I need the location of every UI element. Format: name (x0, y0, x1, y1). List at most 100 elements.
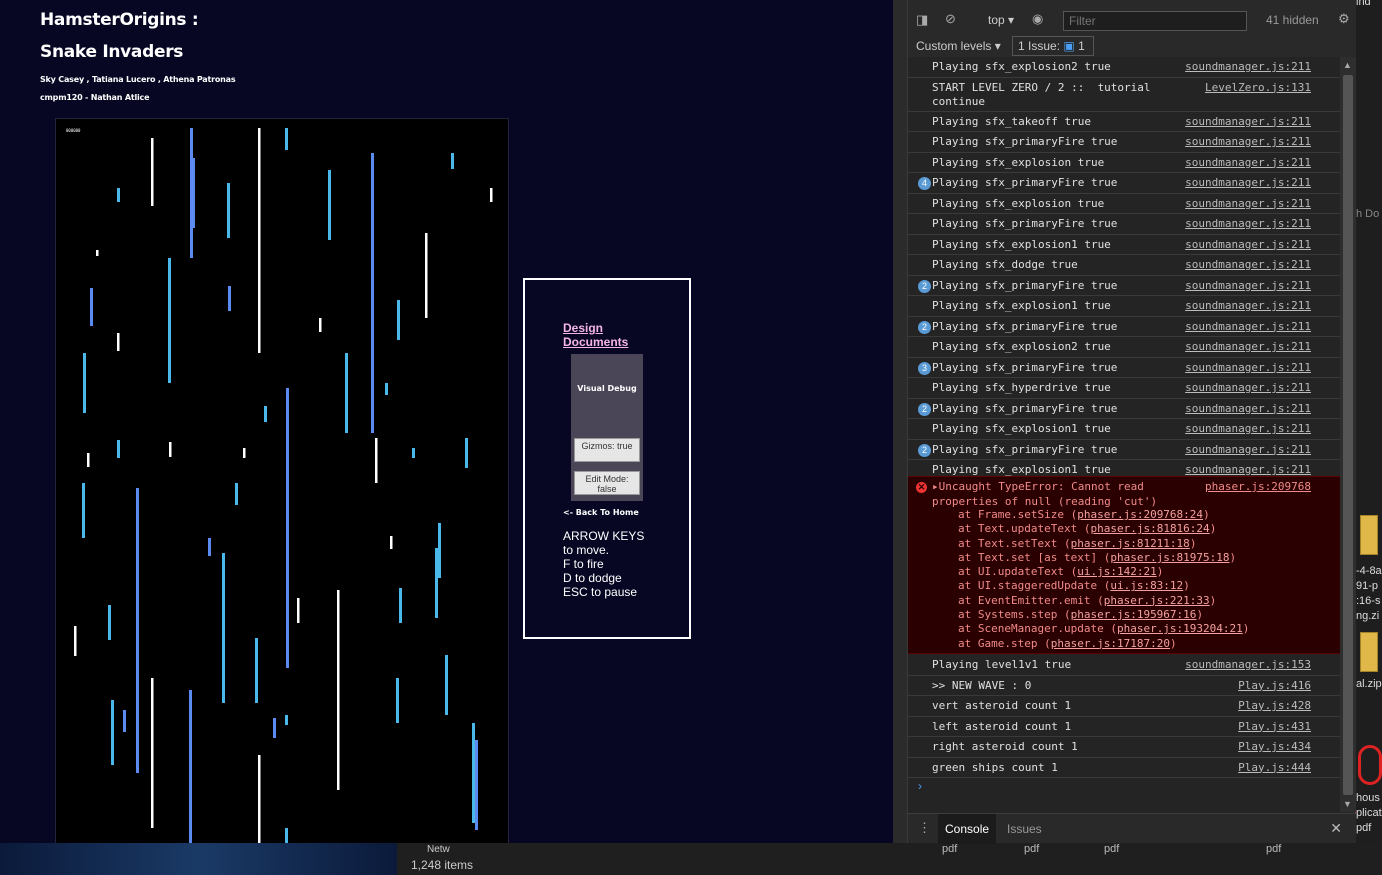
log-source-link[interactable]: Play.js:444 (1238, 761, 1311, 774)
stack-location-link[interactable]: ui.js:142:21 (1077, 565, 1156, 578)
gizmos-toggle-button[interactable]: Gizmos: true (574, 438, 640, 462)
file-label[interactable]: pdf (1104, 843, 1119, 855)
log-source-link[interactable]: soundmanager.js:211 (1185, 135, 1311, 148)
log-source-link[interactable]: soundmanager.js:211 (1185, 422, 1311, 435)
gear-icon[interactable]: ⚙ (1338, 11, 1350, 27)
log-source-link[interactable]: soundmanager.js:211 (1185, 115, 1311, 128)
log-row[interactable]: Playing sfx_explosion2 true soundmanager.… (908, 57, 1340, 78)
edit-mode-toggle-button[interactable]: Edit Mode: false (574, 471, 640, 495)
log-row[interactable]: 2 Playing sfx_primaryFire true soundmanage… (908, 276, 1340, 296)
tab-issues[interactable]: Issues (1000, 814, 1049, 844)
log-source-link[interactable]: Play.js:431 (1238, 720, 1311, 733)
zip-file-icon[interactable] (1360, 515, 1378, 555)
log-row[interactable]: >> NEW WAVE : 0 Play.js:416 (908, 676, 1340, 696)
console-prompt[interactable]: › (918, 779, 922, 793)
stack-location-link[interactable]: phaser.js:81975:18 (1110, 551, 1229, 564)
log-row[interactable]: left asteroid count 1 Play.js:431 (908, 717, 1340, 737)
drawer-menu-icon[interactable]: ⋮ (918, 820, 931, 836)
log-row[interactable]: 2 Playing sfx_primaryFire true soundmanage… (908, 440, 1340, 460)
log-row[interactable]: Playing sfx_explosion1 true soundmanager.… (908, 419, 1340, 440)
console-messages[interactable]: Playing sfx_explosion2 true soundmanager.… (908, 57, 1340, 812)
stack-location-link[interactable]: phaser.js:81816:24 (1090, 522, 1209, 535)
log-row[interactable]: 2 Playing sfx_primaryFire true soundmanage… (908, 399, 1340, 419)
star-streak (397, 300, 400, 340)
scroll-down-icon[interactable]: ▼ (1343, 799, 1352, 809)
log-row[interactable]: vert asteroid count 1 Play.js:428 (908, 696, 1340, 717)
log-source-link[interactable]: soundmanager.js:211 (1185, 381, 1311, 394)
log-row[interactable]: Playing sfx_explosion1 true soundmanager.… (908, 296, 1340, 317)
log-message: Playing sfx_explosion true (932, 155, 1105, 169)
issues-button[interactable]: 1 Issue: ▣ 1 (1012, 36, 1094, 56)
log-row[interactable]: Playing sfx_primaryFire true soundmanager… (908, 214, 1340, 235)
clear-console-icon[interactable]: ⊘ (945, 11, 956, 27)
back-to-home-link[interactable]: <- Back To Home (563, 508, 639, 517)
context-select[interactable]: top ▾ (988, 13, 1014, 27)
log-source-link[interactable]: Play.js:428 (1238, 699, 1311, 712)
eye-icon[interactable]: ◉ (1032, 11, 1043, 27)
filter-input[interactable] (1063, 11, 1247, 31)
error-source-link[interactable]: phaser.js:209768 (1205, 480, 1311, 493)
log-row[interactable]: 3 Playing sfx_primaryFire true soundmanage… (908, 358, 1340, 378)
game-canvas[interactable]: 000000 (65, 128, 499, 843)
stack-location-link[interactable]: phaser.js:17187:20 (1051, 637, 1170, 650)
stack-location-link[interactable]: ui.js:83:12 (1110, 579, 1183, 592)
network-nav-item[interactable]: Netw (427, 844, 450, 855)
log-row[interactable]: right asteroid count 1 Play.js:434 (908, 737, 1340, 758)
stack-location-link[interactable]: phaser.js:81211:18 (1071, 537, 1190, 550)
log-source-link[interactable]: Play.js:434 (1238, 740, 1311, 753)
log-row[interactable]: Playing sfx_explosion2 true soundmanager.… (908, 337, 1340, 358)
log-row[interactable]: Playing sfx_explosion true soundmanager.j… (908, 194, 1340, 214)
scroll-up-icon[interactable]: ▲ (1343, 60, 1352, 70)
log-source-link[interactable]: soundmanager.js:211 (1185, 340, 1311, 353)
log-source-link[interactable]: soundmanager.js:211 (1185, 60, 1311, 73)
log-source-link[interactable]: soundmanager.js:211 (1185, 402, 1311, 415)
star-streak (189, 690, 192, 843)
star-streak (472, 723, 475, 823)
log-source-link[interactable]: soundmanager.js:211 (1185, 217, 1311, 230)
stack-location-link[interactable]: phaser.js:221:33 (1104, 594, 1210, 607)
sidebar-toggle-icon[interactable]: ◨ (916, 12, 928, 28)
log-row[interactable]: Playing sfx_primaryFire true soundmanager… (908, 132, 1340, 153)
zip-file-icon[interactable] (1360, 632, 1378, 672)
log-levels-dropdown[interactable]: Custom levels ▾ (916, 39, 1001, 53)
file-name-fragment: plicat (1356, 807, 1382, 819)
stack-location-link[interactable]: phaser.js:193204:21 (1117, 622, 1243, 635)
log-source-link[interactable]: soundmanager.js:211 (1185, 258, 1311, 271)
log-source-link[interactable]: soundmanager.js:211 (1185, 176, 1311, 189)
log-row[interactable]: Playing sfx_dodge true soundmanager.js:21… (908, 255, 1340, 276)
stack-location-link[interactable]: phaser.js:195967:16 (1071, 608, 1197, 621)
log-row[interactable]: Playing sfx_explosion1 true soundmanager.… (908, 235, 1340, 255)
log-source-link[interactable]: soundmanager.js:211 (1185, 463, 1311, 476)
log-source-link[interactable]: soundmanager.js:211 (1185, 361, 1311, 374)
log-source-link[interactable]: soundmanager.js:153 (1185, 658, 1311, 671)
log-source-link[interactable]: Play.js:416 (1238, 679, 1311, 692)
log-source-link[interactable]: soundmanager.js:211 (1185, 279, 1311, 292)
log-row[interactable]: Playing sfx_explosion true soundmanager.j… (908, 153, 1340, 173)
close-icon[interactable]: ✕ (1330, 820, 1342, 837)
console-scrollbar[interactable]: ▲ ▼ (1340, 57, 1356, 812)
log-row[interactable]: Playing sfx_hyperdrive true soundmanager.… (908, 378, 1340, 399)
file-label[interactable]: pdf (1024, 843, 1039, 855)
log-source-link[interactable]: soundmanager.js:211 (1185, 443, 1311, 456)
log-row[interactable]: 4 Playing sfx_primaryFire true soundmanage… (908, 173, 1340, 194)
log-row[interactable]: START LEVEL ZERO / 2 :: tutorial continu… (908, 78, 1340, 112)
log-row[interactable]: 2 Playing sfx_primaryFire true soundmanage… (908, 317, 1340, 337)
error-message[interactable]: ✕ ▸Uncaught TypeError: Cannot read prope… (908, 476, 1340, 654)
file-label[interactable]: pdf (1266, 843, 1281, 855)
design-documents-link[interactable]: Design Documents (563, 321, 643, 349)
stack-location-link[interactable]: phaser.js:209768:24 (1077, 508, 1203, 521)
log-row[interactable]: Playing level1v1 true soundmanager.js:153 (908, 655, 1340, 676)
tab-console[interactable]: Console (938, 814, 997, 844)
pdf-file-icon[interactable] (1358, 745, 1382, 785)
log-source-link[interactable]: soundmanager.js:211 (1185, 299, 1311, 312)
file-label[interactable]: pdf (942, 843, 957, 855)
error-text[interactable]: ▸Uncaught TypeError: Cannot read propert… (932, 480, 1202, 509)
scrollbar-thumb[interactable] (1343, 75, 1353, 795)
log-source-link[interactable]: soundmanager.js:211 (1185, 320, 1311, 333)
log-row[interactable]: green ships count 1 Play.js:444 (908, 758, 1340, 778)
log-source-link[interactable]: soundmanager.js:211 (1185, 238, 1311, 251)
log-source-link[interactable]: soundmanager.js:211 (1185, 156, 1311, 169)
log-source-link[interactable]: LevelZero.js:131 (1205, 81, 1311, 94)
log-source-link[interactable]: soundmanager.js:211 (1185, 197, 1311, 210)
log-row[interactable]: Playing sfx_takeoff true soundmanager.js:… (908, 112, 1340, 132)
